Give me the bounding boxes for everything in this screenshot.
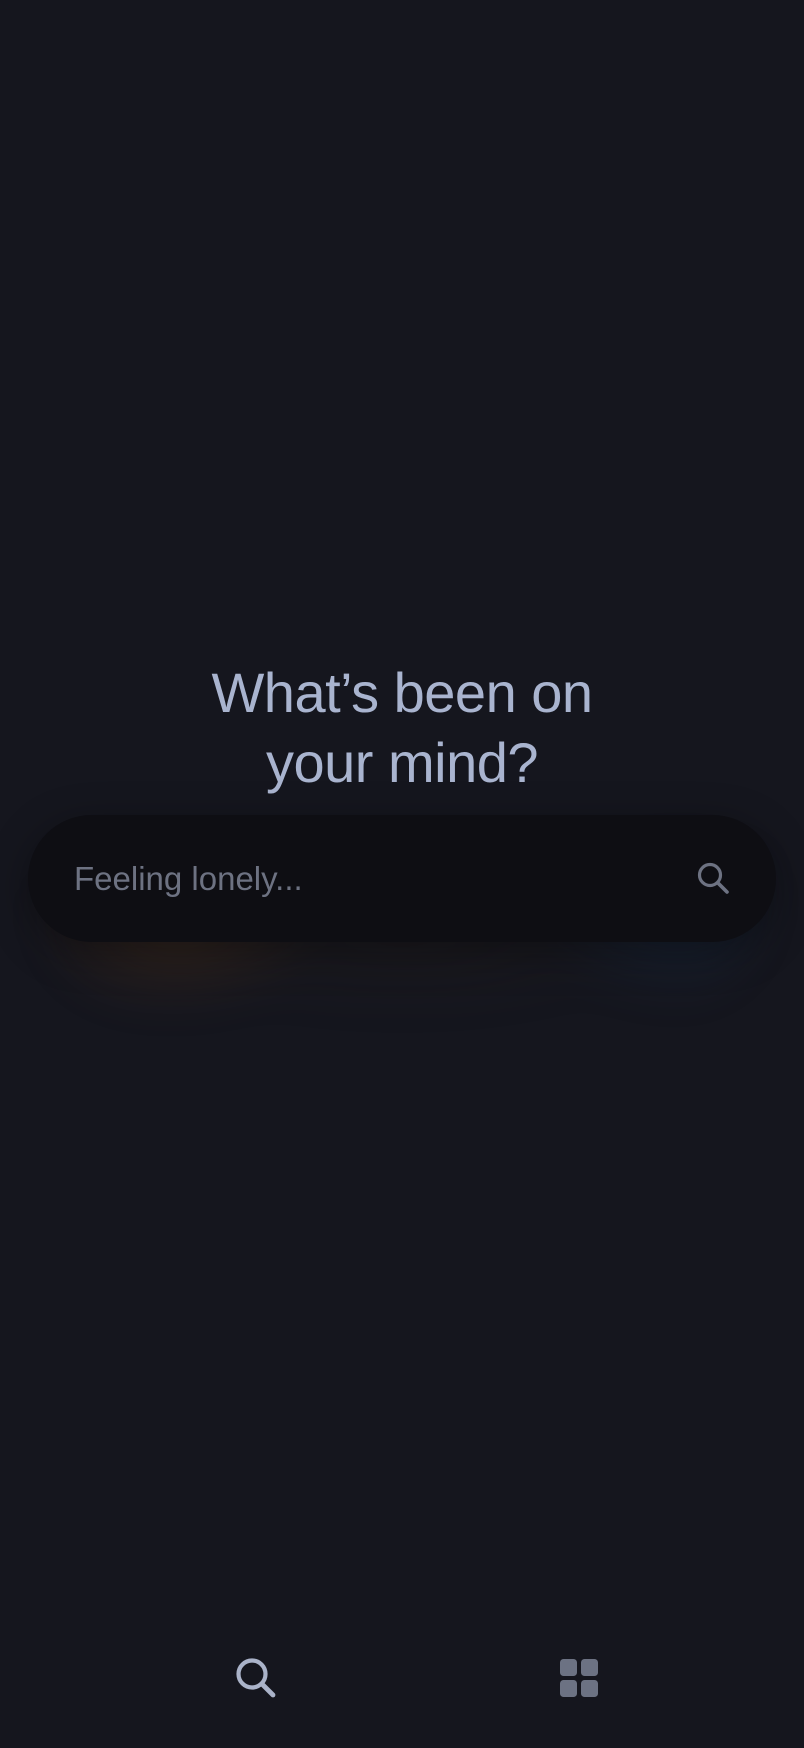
- search-button[interactable]: [690, 855, 736, 901]
- prompt-heading-line-1: What’s been on: [211, 660, 593, 724]
- app-screen: What’s been on your mind?: [0, 0, 804, 1748]
- nav-search-tab[interactable]: [226, 1648, 286, 1708]
- bottom-nav: [0, 1588, 804, 1748]
- grid-icon: [560, 1659, 598, 1697]
- search-bar[interactable]: [28, 815, 776, 942]
- prompt-heading: What’s been on your mind?: [0, 658, 804, 798]
- search-icon: [236, 1658, 276, 1698]
- nav-grid-tab[interactable]: [549, 1648, 609, 1708]
- search-icon: [697, 862, 729, 894]
- search-input[interactable]: [74, 815, 674, 942]
